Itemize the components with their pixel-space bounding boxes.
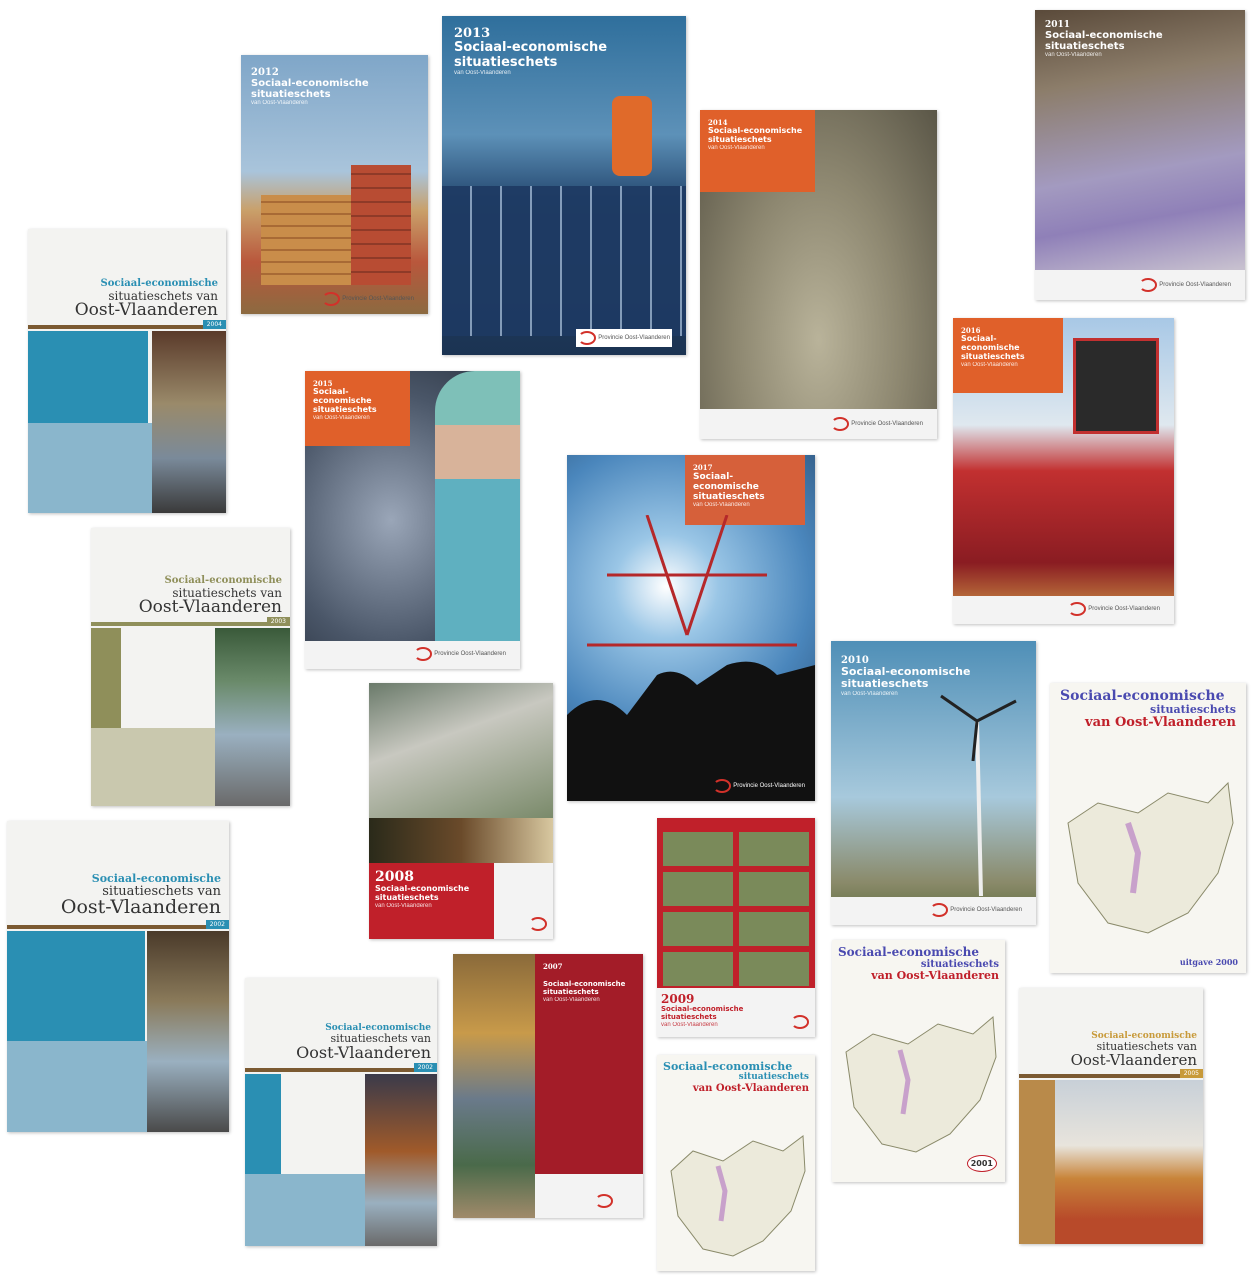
- cover-subtitle: van Oost-Vlaanderen: [961, 361, 1018, 368]
- containers-image-2: [351, 165, 411, 285]
- cover-title: Sociaal-economische situatieschets: [661, 1005, 744, 1021]
- photo-collage: [1055, 1080, 1203, 1244]
- cover-2017: 2017 Sociaal-economische situatieschets …: [567, 455, 815, 801]
- solar-panels-image: [442, 186, 686, 336]
- cover-2000: Sociaal-economische situatieschets van O…: [1050, 683, 1246, 973]
- wind-turbine: [940, 694, 1017, 897]
- photo-collage: [215, 628, 290, 806]
- province-logo: [595, 1194, 613, 1208]
- province-logo: Provincie Oost-Vlaanderen: [576, 329, 672, 347]
- cover-year: 2007: [543, 962, 563, 971]
- province-map: [670, 1135, 806, 1257]
- cover-year: 2001: [966, 1155, 997, 1172]
- cover-2002: Sociaal-economische situatieschets van O…: [7, 821, 229, 1132]
- cover-title-line1: Sociaal-economische: [1060, 688, 1225, 704]
- cover-title: Sociaal-economische situatieschets: [961, 334, 1025, 361]
- cover-2005: Sociaal-economische situatieschets van O…: [1019, 988, 1203, 1244]
- cover-title: Sociaal-economische situatieschets: [708, 126, 803, 144]
- pylon-silhouette: [567, 515, 815, 801]
- province-logo: Provincie Oost-Vlaanderen: [1139, 278, 1231, 292]
- cover-2015: 2015 Sociaal-economische situatieschets …: [305, 371, 520, 669]
- cover-subtitle: van Oost-Vlaanderen: [251, 100, 308, 107]
- cover-title-line2: situatieschets: [738, 1072, 809, 1083]
- cover-year: 2008: [375, 869, 414, 885]
- cover-2010: 2010 Sociaal-economische situatieschets …: [831, 641, 1036, 925]
- province-logo: Provincie Oost-Vlaanderen: [930, 903, 1022, 917]
- harvester-image: [1073, 338, 1159, 434]
- cover-title-line3: van Oost-Vlaanderen: [871, 969, 999, 983]
- cover-title-line1: Sociaal-economische: [91, 872, 221, 885]
- province-logo: [791, 1015, 809, 1029]
- cover-2002-b: Sociaal-economische situatieschets van O…: [245, 978, 437, 1246]
- cover-title: Sociaal-economische situatieschets: [313, 387, 377, 414]
- cover-subtitle: van Oost-Vlaanderen: [708, 144, 765, 151]
- cover-title: Sociaal-economische situatieschets: [375, 884, 470, 902]
- photo-collage: [147, 931, 229, 1132]
- cover-year: 2011: [1045, 20, 1071, 30]
- cover-title-line1: Sociaal-economische: [838, 945, 979, 959]
- cover-2016: 2016 Sociaal-economische situatieschets …: [953, 318, 1174, 624]
- cover-title: Sociaal-economische situatieschets: [251, 78, 369, 101]
- cover-year: 2012: [251, 67, 279, 78]
- cover-title-line3: Oost-Vlaanderen: [60, 896, 221, 919]
- cover-2009: 2009 Sociaal-economische situatieschets …: [657, 818, 815, 1037]
- buildings-image: [369, 683, 553, 818]
- cover-title: Sociaal-economische situatieschets: [693, 472, 765, 503]
- cover-2011: 2011 Sociaal-economische situatieschets …: [1035, 10, 1245, 300]
- province-map: [845, 1015, 997, 1153]
- cover-year: 2002: [413, 1063, 437, 1072]
- cover-year: 2013: [454, 26, 491, 41]
- cover-year: 2002: [205, 920, 229, 929]
- cover-2014: 2014 Sociaal-economische situatieschets …: [700, 110, 937, 439]
- photo-collage: [152, 331, 226, 513]
- cover-subtitle: van Oost-Vlaanderen: [543, 996, 600, 1003]
- cover-title-line3: van Oost-Vlaanderen: [692, 1082, 809, 1094]
- worker-image: [612, 96, 652, 176]
- cover-2012: 2012 Sociaal-economische situatieschets …: [241, 55, 428, 314]
- cover-2008: 2008 Sociaal-economische situatieschets …: [369, 683, 553, 939]
- photo-strip: [453, 954, 535, 1218]
- cover-title-line3: Oost-Vlaanderen: [74, 300, 218, 321]
- cover-title-line3: Oost-Vlaanderen: [1070, 1050, 1197, 1069]
- cover-year: 2005: [1179, 1069, 1203, 1078]
- province-logo: Provincie Oost-Vlaanderen: [1068, 602, 1160, 616]
- doctor-image: [435, 371, 520, 641]
- cover-title: Sociaal-economische situatieschets: [454, 40, 608, 70]
- cover-subtitle: van Oost-Vlaanderen: [1045, 52, 1102, 59]
- cover-subtitle: van Oost-Vlaanderen: [375, 902, 432, 909]
- cover-title-line1: Sociaal-economische: [164, 575, 282, 586]
- photo-collage: [365, 1074, 437, 1246]
- cover-title-line3: van Oost-Vlaanderen: [1085, 715, 1236, 731]
- cover-year: 2009: [661, 992, 695, 1006]
- cover-2007: 2007 Sociaal-economische situatieschets …: [453, 954, 643, 1218]
- cover-2003: Sociaal-economische situatieschets van O…: [91, 528, 290, 806]
- cover-year: uitgave 2000: [1179, 957, 1238, 967]
- province-map: [1067, 781, 1234, 934]
- province-logo: Provincie Oost-Vlaanderen: [414, 647, 506, 661]
- cover-title: Sociaal-economische situatieschets: [543, 980, 626, 996]
- cover-2013: 2013 Sociaal-economische situatieschets …: [442, 16, 686, 355]
- province-logo: Provincie Oost-Vlaanderen: [713, 779, 805, 793]
- cover-subtitle: van Oost-Vlaanderen: [693, 502, 750, 509]
- cover-subtitle: van Oost-Vlaanderen: [661, 1021, 718, 1028]
- province-logo: [529, 917, 547, 931]
- cover-title-line1: Sociaal-economische: [100, 278, 218, 289]
- cover-1999: Sociaal-economische situatieschets van O…: [657, 1055, 815, 1271]
- cover-year: 2003: [266, 617, 290, 626]
- cover-title: Sociaal-economische situatieschets: [1045, 30, 1163, 53]
- province-logo: Provincie Oost-Vlaanderen: [831, 417, 923, 431]
- cover-year: 2017: [693, 463, 713, 472]
- province-logo: Provincie Oost-Vlaanderen: [322, 292, 414, 306]
- cover-subtitle: van Oost-Vlaanderen: [454, 70, 511, 77]
- cover-title-line3: Oost-Vlaanderen: [296, 1042, 431, 1062]
- containers-image: [261, 195, 351, 285]
- photo-grid: [663, 826, 809, 986]
- cover-title-line3: Oost-Vlaanderen: [138, 597, 282, 618]
- cover-2001: Sociaal-economische situatieschets van O…: [832, 940, 1005, 1182]
- cover-year: 2004: [202, 320, 226, 329]
- cover-subtitle: van Oost-Vlaanderen: [313, 414, 370, 421]
- cover-2004: Sociaal-economische situatieschets van O…: [28, 229, 226, 513]
